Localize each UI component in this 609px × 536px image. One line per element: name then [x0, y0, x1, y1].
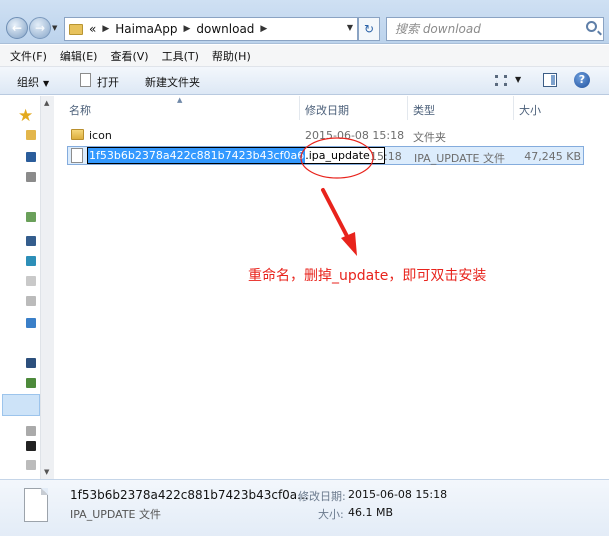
details-size-value: 46.1 MB: [348, 506, 394, 519]
details-file-type: IPA_UPDATE 文件: [70, 508, 161, 521]
details-modified-label: 修改日期:: [298, 490, 346, 503]
highlight-ellipse: [300, 137, 374, 179]
instruction-text: 重命名，删掉_update，即可双击安装: [248, 268, 487, 284]
file-icon: [24, 488, 48, 522]
details-size-label: 大小:: [318, 508, 344, 521]
details-file-name: 1f53b6b2378a422c881b7423b43cf0a...: [70, 488, 309, 502]
details-modified-value: 2015-06-08 15:18: [348, 488, 448, 501]
details-pane: 1f53b6b2378a422c881b7423b43cf0a... IPA_U…: [0, 479, 609, 536]
arrow-shaft: [321, 188, 351, 242]
arrow-head: [341, 232, 357, 256]
